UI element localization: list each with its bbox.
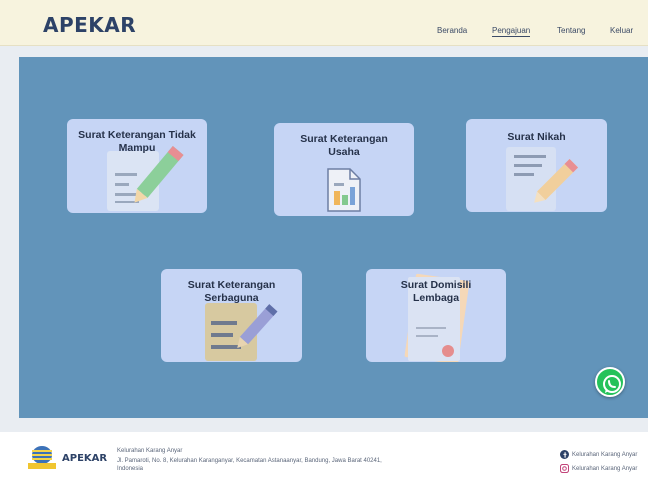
card-surat-keterangan-usaha[interactable]: Surat Keterangan Usaha xyxy=(274,123,414,216)
card-title: Surat Keterangan Serbaguna xyxy=(161,279,302,305)
card-surat-keterangan-serbaguna[interactable]: Surat Keterangan Serbaguna xyxy=(161,269,302,362)
card-title: Surat Keterangan Usaha xyxy=(274,133,414,159)
card-title-line1: Surat Nikah xyxy=(507,131,566,143)
clipboard-pencil-icon xyxy=(205,303,278,361)
card-surat-nikah[interactable]: Surat Nikah xyxy=(466,119,607,212)
footer-facebook-link[interactable]: Kelurahan Karang Anyar xyxy=(560,450,637,459)
footer-instagram-link[interactable]: Kelurahan Karang Anyar xyxy=(560,464,637,473)
card-title: Surat Domisili Lembaga xyxy=(366,279,506,305)
nav-keluar[interactable]: Keluar xyxy=(610,26,633,35)
card-title-line1: Surat Domisili xyxy=(400,279,472,291)
card-title: Surat Nikah xyxy=(466,131,607,144)
footer-brand: APEKAR xyxy=(62,453,108,464)
card-title-line2: Lembaga xyxy=(412,292,460,304)
card-title-line1: Surat Keterangan xyxy=(187,279,276,291)
whatsapp-icon xyxy=(603,375,621,393)
card-title-line1: Surat Keterangan xyxy=(300,133,388,145)
card-title: Surat Keterangan Tidak Mampu xyxy=(67,129,207,155)
card-title-line1: Surat Keterangan Tidak xyxy=(78,129,196,141)
nav-pengajuan[interactable]: Pengajuan xyxy=(492,26,531,37)
top-navbar: APEKAR Beranda Pengajuan Tentang Keluar xyxy=(0,0,648,46)
services-panel: Surat Keterangan Tidak Mampu Surat Keter… xyxy=(19,57,648,418)
card-title-line2: Serbaguna xyxy=(204,292,259,304)
card-surat-domisili-lembaga[interactable]: Surat Domisili Lembaga xyxy=(366,269,506,362)
instagram-icon xyxy=(560,464,569,473)
city-emblem-icon xyxy=(26,444,58,470)
card-title-line2: Usaha xyxy=(328,146,360,158)
footer-organization: Kelurahan Karang Anyar xyxy=(117,448,183,454)
nav-tentang[interactable]: Tentang xyxy=(557,26,585,35)
whatsapp-button[interactable] xyxy=(595,367,625,397)
marriage-document-icon xyxy=(506,147,579,211)
facebook-label: Kelurahan Karang Anyar xyxy=(572,452,638,459)
nav-beranda[interactable]: Beranda xyxy=(437,26,467,35)
business-document-icon xyxy=(327,168,361,212)
footer: APEKAR Kelurahan Karang Anyar Jl. Pamaro… xyxy=(0,432,648,477)
instagram-label: Kelurahan Karang Anyar xyxy=(572,466,638,473)
footer-address: Jl. Pamaroti, No. 8, Kelurahan Karangany… xyxy=(117,458,382,472)
facebook-icon xyxy=(560,450,569,459)
card-title-line2: Mampu xyxy=(118,142,156,154)
brand-logo-text[interactable]: APEKAR xyxy=(43,13,136,37)
card-surat-keterangan-tidak-mampu[interactable]: Surat Keterangan Tidak Mampu xyxy=(67,119,207,213)
